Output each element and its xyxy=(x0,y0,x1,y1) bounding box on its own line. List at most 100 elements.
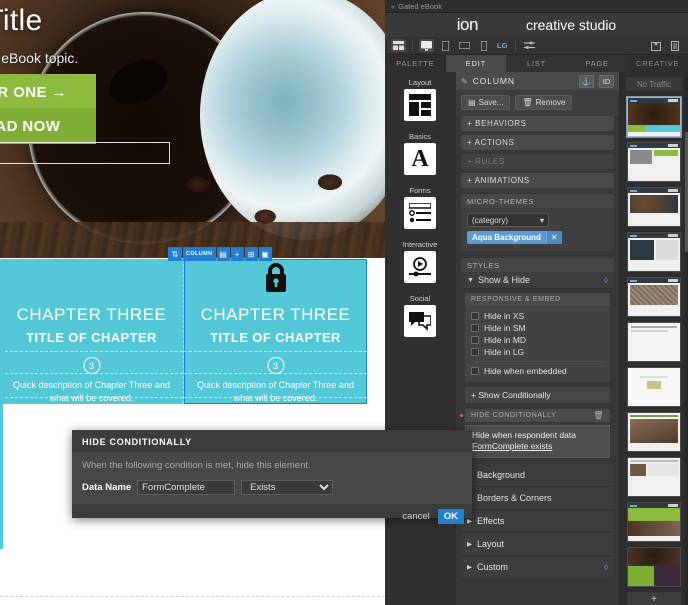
tablet-portrait-icon[interactable] xyxy=(438,39,453,52)
accordion-animations[interactable]: + ANIMATIONS xyxy=(461,173,614,188)
tablet-landscape-icon[interactable] xyxy=(457,39,472,52)
tab-page[interactable]: PAGE xyxy=(566,55,628,72)
save-button[interactable]: ▤ Save... xyxy=(461,95,511,110)
remove-button[interactable]: 🗑 Remove xyxy=(515,95,573,110)
chapter-subheading: TITLE OF CHAPTER xyxy=(210,330,341,345)
delete-column-icon[interactable]: ▣ xyxy=(258,247,272,261)
page-thumb-9[interactable] xyxy=(627,457,681,497)
toolbar-divider xyxy=(412,40,413,51)
style-section-borders-corners[interactable]: ▶ Borders & Corners xyxy=(461,487,614,510)
breadcrumb[interactable]: « Gated eBook xyxy=(385,0,688,13)
micro-themes-body: (category) ▾ Aqua Background ✕ xyxy=(461,208,614,251)
show-conditionally-button[interactable]: + Show Conditionally xyxy=(465,387,610,403)
desktop-icon[interactable] xyxy=(419,39,434,52)
anchor-icon[interactable]: ⚓ xyxy=(579,74,594,88)
checkbox-label: Hide in LG xyxy=(484,347,525,357)
cancel-button[interactable]: cancel xyxy=(402,511,429,522)
operator-select[interactable]: Exists xyxy=(241,480,334,495)
pencil-icon[interactable]: ✎ xyxy=(461,77,468,86)
checkbox-hide-in-sm[interactable]: Hide in SM xyxy=(471,322,604,334)
chapter-number-badge: 3 xyxy=(83,357,100,374)
tab-palette[interactable]: PALETTE xyxy=(385,55,446,72)
page-thumb-11[interactable] xyxy=(627,547,681,587)
chapter-column-1[interactable]: CHAPTER THREE TITLE OF CHAPTER 3 Quick d… xyxy=(0,259,184,404)
chapter-one-button[interactable]: PTER ONE → xyxy=(0,74,96,110)
back-icon[interactable]: « xyxy=(391,2,395,11)
style-section-layout[interactable]: ▶ Layout xyxy=(461,533,614,556)
style-section-background[interactable]: ▶ Background xyxy=(461,464,614,487)
palette-label: Basics xyxy=(408,132,432,141)
breakpoint-label[interactable]: LG xyxy=(495,41,509,50)
add-column-icon[interactable]: + xyxy=(230,247,244,261)
dialog-field-row: Data Name Exists xyxy=(82,480,462,495)
move-icon[interactable]: ⇅ xyxy=(168,247,182,261)
hero-section[interactable]: k Title ut this eBook topic. PTER ONE → … xyxy=(0,0,385,258)
chevron-down-icon: ▾ xyxy=(539,215,544,225)
accordion-actions[interactable]: + ACTIONS xyxy=(461,135,614,150)
notes-icon[interactable] xyxy=(667,39,682,52)
duplicate-column-icon[interactable]: ⊞ xyxy=(244,247,258,261)
page-thumb-4[interactable] xyxy=(627,232,681,272)
page-thumb-5[interactable] xyxy=(627,277,681,317)
sidebar-item-forms[interactable]: Forms xyxy=(404,186,436,229)
checkbox-hide-in-md[interactable]: Hide in MD xyxy=(471,334,604,346)
layout-grid-icon xyxy=(404,89,436,121)
style-section-effects[interactable]: ▶ Effects xyxy=(461,510,614,533)
style-section-show-hide[interactable]: ▼ Show & Hide ◊ xyxy=(461,272,614,289)
checkbox-hide-when-embedded[interactable]: Hide when embedded xyxy=(471,365,604,377)
sidebar-item-social[interactable]: Social xyxy=(404,294,436,337)
layout-icon[interactable] xyxy=(391,39,406,52)
breadcrumb-label[interactable]: Gated eBook xyxy=(398,2,442,11)
ok-button[interactable]: OK xyxy=(437,509,464,524)
chapter-heading: CHAPTER THREE xyxy=(200,305,351,324)
add-page-button[interactable]: + xyxy=(627,592,681,605)
tab-edit[interactable]: EDIT xyxy=(445,55,507,72)
phone-icon[interactable] xyxy=(476,39,491,52)
data-name-input[interactable] xyxy=(137,480,236,495)
edit-panel: ✎ COLUMN ⚓ ID ▤ Save... 🗑 Remove + BEHAV xyxy=(455,72,620,605)
close-icon[interactable]: ✕ xyxy=(545,231,562,244)
id-button[interactable]: ID xyxy=(599,74,614,88)
page-thumb-10[interactable] xyxy=(627,502,681,542)
accordion-behaviors[interactable]: + BEHAVIORS xyxy=(461,116,614,131)
checkbox-label: Hide in MD xyxy=(484,335,527,345)
edit-panel-header: ✎ COLUMN ⚓ ID xyxy=(456,72,619,90)
page-thumb-6[interactable] xyxy=(627,322,681,362)
column-toolbar[interactable]: ⇅ COLUMN ▤ + ⊞ ▣ xyxy=(168,247,273,261)
hide-conditionally-rule[interactable]: Hide when respondent data FormComplete e… xyxy=(465,425,610,458)
letter-a-icon: A xyxy=(404,143,436,175)
style-section-custom[interactable]: ▶ Custom ◊ xyxy=(461,556,614,579)
page-thumb-2[interactable] xyxy=(627,142,681,182)
sidebar-item-interactive[interactable]: Interactive xyxy=(403,240,437,283)
chapter-column-2[interactable]: CHAPTER THREE TITLE OF CHAPTER 3 Quick d… xyxy=(184,259,367,404)
trash-icon[interactable]: 🗑 xyxy=(593,411,604,420)
page-thumb-1[interactable] xyxy=(627,97,681,137)
page-thumb-8[interactable] xyxy=(627,412,681,452)
section-label: Custom xyxy=(477,562,509,572)
responsive-embed-body: Hide in XS Hide in SM Hide in MD Hide in… xyxy=(465,306,610,382)
column-badge-icon[interactable]: ▤ xyxy=(216,247,230,261)
sidebar-item-basics[interactable]: Basics A xyxy=(404,132,436,175)
sidebar-item-layout[interactable]: Layout xyxy=(404,78,436,121)
category-select[interactable]: (category) ▾ xyxy=(467,213,549,227)
page-thumb-3[interactable] xyxy=(627,187,681,227)
theme-chip-aqua-background[interactable]: Aqua Background ✕ xyxy=(467,231,562,244)
preview-icon[interactable] xyxy=(648,39,663,52)
checkbox-icon[interactable] xyxy=(471,367,479,375)
page-thumb-7[interactable] xyxy=(627,367,681,407)
checkbox-icon[interactable] xyxy=(471,348,479,356)
data-name-label: Data Name xyxy=(82,482,132,493)
hide-conditionally-dialog[interactable]: HIDE CONDITIONALLY When the following co… xyxy=(72,430,472,524)
read-now-button[interactable]: READ NOW xyxy=(0,108,96,144)
tab-list[interactable]: LIST xyxy=(506,55,567,72)
micro-themes-header: MICRO-THEMES xyxy=(461,194,614,208)
accordion-rules: + RULES xyxy=(461,154,614,169)
trash-icon: 🗑 xyxy=(522,98,533,107)
tab-creative[interactable]: CREATIVE xyxy=(627,55,688,72)
checkbox-icon[interactable] xyxy=(471,336,479,344)
checkbox-icon[interactable] xyxy=(471,324,479,332)
checkbox-icon[interactable] xyxy=(471,312,479,320)
checkbox-hide-in-lg[interactable]: Hide in LG xyxy=(471,346,604,358)
checkbox-hide-in-xs[interactable]: Hide in XS xyxy=(471,310,604,322)
sliders-icon[interactable] xyxy=(522,39,537,52)
